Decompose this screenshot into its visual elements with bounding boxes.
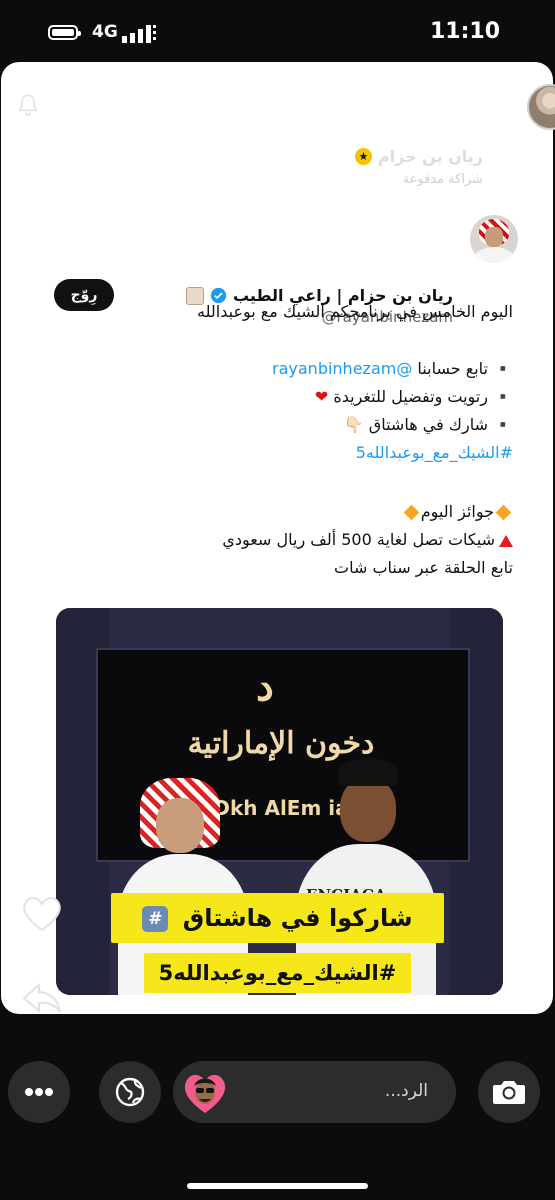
- status-bar: 4G 11:10: [0, 0, 555, 62]
- heart-emoji-icon: ❤: [314, 387, 329, 406]
- hashtag-banner-bottom: #الشيك_مع_بوعبدالله5: [144, 953, 411, 993]
- star-badge-icon: ★: [354, 148, 372, 165]
- globe-icon: [115, 1077, 145, 1107]
- banner-top-text: شاركوا في هاشتاق: [182, 904, 413, 932]
- clock: 11:10: [430, 19, 501, 44]
- sign-logo-mark: د: [256, 663, 274, 710]
- tweet-bullet-2: ▪️ رتويت وتفضيل للتغريدة ❤: [315, 387, 513, 406]
- heart-icon[interactable]: [20, 893, 64, 933]
- sign-logo-arabic: دخون الإماراتية: [187, 726, 375, 761]
- promote-button[interactable]: رِوّج: [54, 279, 114, 311]
- reply-input[interactable]: الرد...: [173, 1061, 456, 1123]
- network-type: 4G: [92, 22, 118, 42]
- bullet-2-text: ▪️ رتويت وتفضيل للتغريدة: [333, 387, 513, 406]
- prizes-detail-row: شيكات تصل لغاية 500 ألف ريال سعودي: [222, 530, 513, 549]
- hash-keycap-icon: #: [142, 906, 169, 932]
- red-triangle-icon: [499, 534, 513, 547]
- orange-diamond-icon: [403, 504, 419, 521]
- hashtag-banner: شاركوا في هاشتاق #: [111, 893, 444, 943]
- prizes-title: جوائز اليوم: [420, 502, 494, 521]
- more-icon: [25, 1088, 53, 1096]
- tweet-author-avatar[interactable]: [470, 215, 518, 263]
- signal-icon: [122, 25, 156, 43]
- sender-name-row: ريان بن حزام ★: [354, 147, 483, 166]
- paid-partnership-label: شراكة مدفوعة: [402, 172, 483, 187]
- reply-placeholder: الرد...: [384, 1081, 428, 1101]
- sender-name: ريان بن حزام: [377, 147, 483, 166]
- more-button[interactable]: [8, 1061, 70, 1123]
- bullet-1-text: ▪️ تابع حسابنا: [412, 359, 513, 378]
- hashtag-link[interactable]: #الشيك_مع_بوعبدالله5: [356, 443, 513, 462]
- tweet-bullet-1: ▪️ تابع حسابنا @rayanbinhezam: [272, 359, 513, 378]
- mention-link[interactable]: @rayanbinhezam: [272, 359, 412, 378]
- orange-diamond-icon: [495, 504, 512, 521]
- snap-line: تابع الحلقة عبر سناب شات: [334, 558, 513, 577]
- home-indicator[interactable]: [187, 1183, 368, 1189]
- tweet-line-1: اليوم الخامس في برنامجكم الشيك مع بوعبدا…: [197, 302, 513, 321]
- camera-button[interactable]: [478, 1061, 540, 1123]
- camera-icon: [493, 1081, 525, 1104]
- tweet-bullet-3: ▪️ شارك في هاشتاق 👇🏻: [343, 415, 513, 434]
- prizes-title-row: جوائز اليوم: [402, 502, 513, 521]
- share-icon[interactable]: [20, 980, 64, 1016]
- bell-icon[interactable]: [15, 92, 41, 118]
- globe-button[interactable]: [99, 1061, 161, 1123]
- bitmoji-heart-avatar[interactable]: [181, 1068, 229, 1116]
- prizes-detail: شيكات تصل لغاية 500 ألف ريال سعودي: [222, 530, 495, 549]
- tweet-hashtag[interactable]: #الشيك_مع_بوعبدالله5: [356, 443, 513, 462]
- battery-icon: [48, 25, 81, 40]
